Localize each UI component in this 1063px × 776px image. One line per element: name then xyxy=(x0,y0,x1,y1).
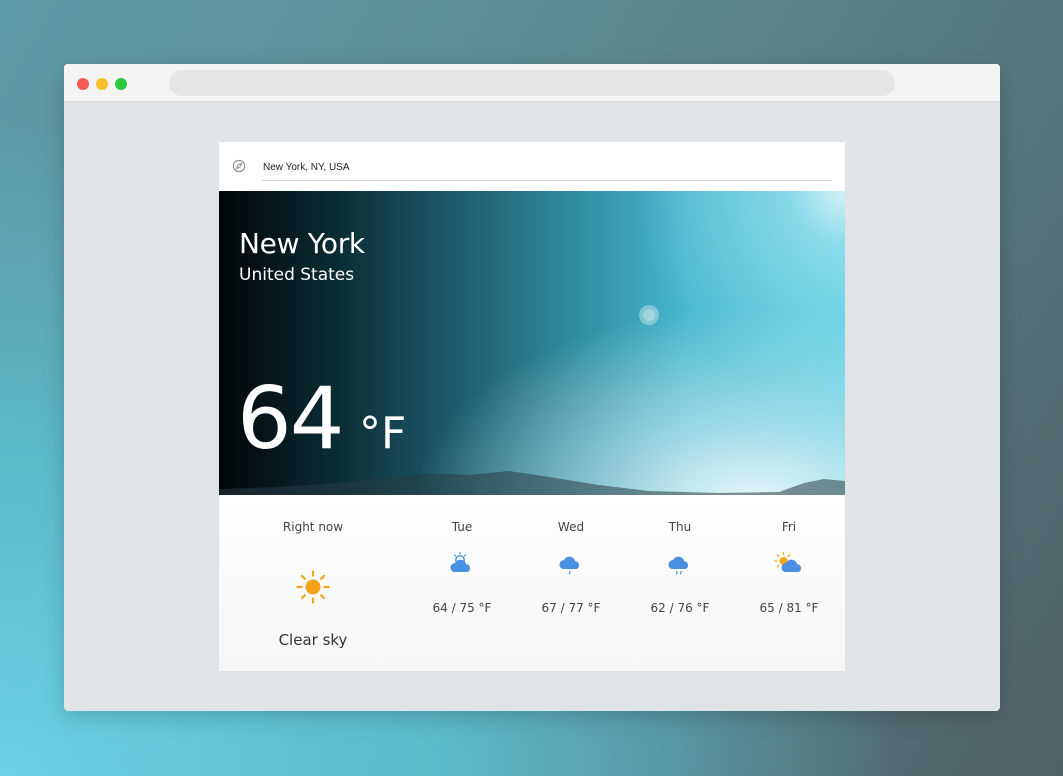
forecast-panel: Right now Clear sky Tue 64 / 75 °F Wed 6… xyxy=(219,495,845,671)
forecast-temps: 64 / 75 °F xyxy=(432,601,492,615)
cloud-rain-icon xyxy=(559,556,580,575)
forecast-day-wed: Wed 67 / 77 °F xyxy=(516,495,626,671)
forecast-day-name: Fri xyxy=(781,520,797,534)
temperature-unit: °F xyxy=(359,408,407,459)
sun-icon xyxy=(296,570,330,604)
current-temperature: 64 xyxy=(237,369,344,469)
lens-flare xyxy=(643,309,655,321)
sun-cloud-icon xyxy=(774,551,802,572)
close-window-button[interactable] xyxy=(77,78,89,90)
city-name: New York xyxy=(239,227,365,260)
browser-toolbar xyxy=(64,64,1000,102)
current-condition: Clear sky xyxy=(278,631,348,649)
forecast-day-thu: Thu 62 / 76 °F xyxy=(625,495,735,671)
forecast-day-name: Wed xyxy=(557,520,585,534)
compass-icon[interactable] xyxy=(232,159,246,173)
mountain-silhouette xyxy=(219,471,845,495)
forecast-day-tue: Tue 64 / 75 °F xyxy=(407,495,517,671)
forecast-day-name: Tue xyxy=(451,520,473,534)
forecast-temps: 65 / 81 °F xyxy=(759,601,819,615)
browser-window: New York United States 64 °F Right now xyxy=(64,64,1000,711)
forecast-day-name: Thu xyxy=(668,520,692,534)
forecast-day-fri: Fri 65 / 81 °F xyxy=(734,495,844,671)
location-search xyxy=(219,142,845,191)
forecast-temps: 67 / 77 °F xyxy=(541,601,601,615)
minimize-window-button[interactable] xyxy=(96,78,108,90)
country-name: United States xyxy=(239,265,355,285)
cloud-rain-icon xyxy=(668,556,689,575)
forecast-temps: 62 / 76 °F xyxy=(650,601,710,615)
hero-panel: New York United States 64 °F xyxy=(219,191,845,495)
current-label: Right now xyxy=(282,520,344,534)
current-conditions: Right now Clear sky xyxy=(219,495,407,671)
weather-card: New York United States 64 °F Right now xyxy=(219,142,845,671)
cloud-sun-icon xyxy=(450,551,471,572)
maximize-window-button[interactable] xyxy=(115,78,127,90)
location-input[interactable] xyxy=(262,155,832,181)
address-bar[interactable] xyxy=(169,70,895,96)
